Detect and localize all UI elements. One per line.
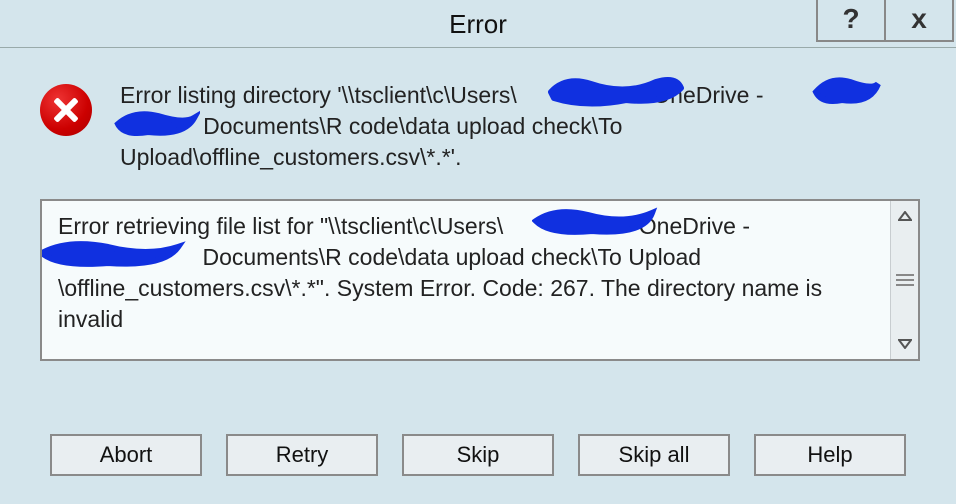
- error-details-text: Error retrieving file list for "\\tsclie…: [42, 201, 890, 359]
- skipall-button[interactable]: Skip all: [578, 434, 730, 476]
- error-icon: [40, 84, 92, 136]
- message-text: Documents\R code\data upload check\To: [203, 113, 622, 139]
- titlebar-buttons: ? x: [818, 0, 954, 42]
- message-text: Upload\offline_customers.csv\*.*'.: [120, 142, 816, 173]
- scroll-up-icon[interactable]: [894, 205, 916, 227]
- titlebar: Error ? x: [0, 0, 956, 48]
- help-button[interactable]: Help: [754, 434, 906, 476]
- scroll-grip-icon[interactable]: [896, 274, 914, 286]
- details-scrollbar[interactable]: [890, 201, 918, 359]
- error-details-box: Error retrieving file list for "\\tsclie…: [40, 199, 920, 361]
- help-titlebar-button[interactable]: ?: [816, 0, 886, 42]
- details-text: System Error. Code: 267.: [337, 275, 595, 301]
- dialog-button-row: Abort Retry Skip Skip all Help: [0, 434, 956, 476]
- redaction-scribble-icon: [812, 74, 884, 110]
- close-titlebar-button[interactable]: x: [884, 0, 954, 42]
- details-text: OneDrive -: [639, 213, 750, 239]
- details-text: \offline_customers.csv\*.*".: [58, 275, 330, 301]
- abort-button[interactable]: Abort: [50, 434, 202, 476]
- details-text: Error retrieving file list for "\\tsclie…: [58, 213, 503, 239]
- message-text: OneDrive -: [652, 82, 763, 108]
- window-title: Error: [0, 0, 956, 48]
- error-message: Error listing directory '\\tsclient\c\Us…: [120, 80, 816, 173]
- skip-button[interactable]: Skip: [402, 434, 554, 476]
- message-text: Error listing directory '\\tsclient\c\Us…: [120, 82, 517, 108]
- details-text: Documents\R code\data upload check\To Up…: [202, 244, 701, 270]
- retry-button[interactable]: Retry: [226, 434, 378, 476]
- dialog-content: Error listing directory '\\tsclient\c\Us…: [0, 48, 956, 361]
- scroll-down-icon[interactable]: [894, 333, 916, 355]
